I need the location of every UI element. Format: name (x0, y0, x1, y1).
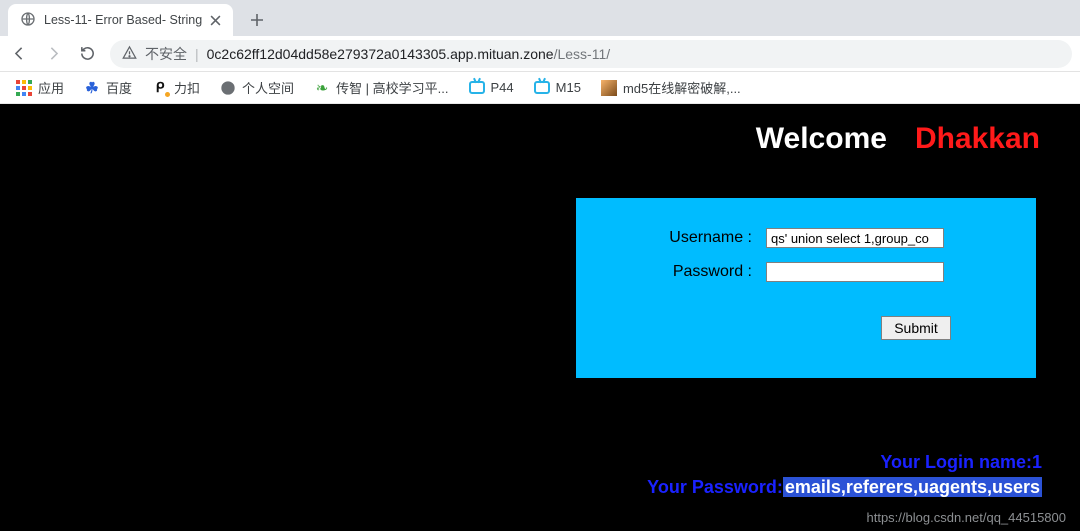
password-input[interactable] (766, 262, 944, 282)
globe-icon (220, 80, 236, 96)
globe-icon (20, 11, 36, 30)
bookmark-label: P44 (491, 80, 514, 95)
bookmark-chuanzhi[interactable]: ❧ 传智 | 高校学习平... (306, 75, 456, 100)
back-button[interactable] (8, 43, 30, 65)
submit-button[interactable]: Submit (881, 316, 951, 340)
bookmark-m15[interactable]: M15 (526, 77, 589, 99)
bookmark-p44[interactable]: P44 (461, 77, 522, 99)
bookmark-md5[interactable]: md5在线解密破解,... (593, 75, 749, 100)
username-label: Username : (576, 229, 766, 247)
bookmark-label: 百度 (106, 78, 132, 97)
paw-icon: ☘ (84, 80, 100, 96)
address-bar: 不安全 | 0c2c62ff12d04dd58e279372a0143305.a… (0, 36, 1080, 72)
insecure-label: 不安全 (145, 44, 187, 64)
separator: | (195, 46, 199, 62)
url-text: 0c2c62ff12d04dd58e279372a0143305.app.mit… (207, 46, 611, 62)
bookmark-baidu[interactable]: ☘ 百度 (76, 75, 140, 100)
bookmark-label: 应用 (38, 78, 64, 97)
browser-tab[interactable]: Less-11- Error Based- String (8, 4, 233, 36)
bili-icon (469, 80, 485, 96)
bookmark-label: md5在线解密破解,... (623, 78, 741, 97)
tab-title: Less-11- Error Based- String (44, 13, 202, 27)
tab-strip: Less-11- Error Based- String (0, 0, 1080, 36)
result-login-prefix: Your Login name: (880, 452, 1032, 472)
forward-button[interactable] (42, 43, 64, 65)
close-icon[interactable] (210, 15, 221, 26)
login-result: Your Login name:1 Your Password:emails,r… (647, 450, 1042, 499)
result-login-value: 1 (1032, 452, 1042, 472)
page-content: Welcome Dhakkan Username : Password : Su… (0, 104, 1080, 531)
username-input[interactable] (766, 228, 944, 248)
result-password-value: emails,referers,uagents,users (783, 477, 1042, 497)
apps-icon (16, 80, 32, 96)
reload-button[interactable] (76, 43, 98, 65)
url-host: 0c2c62ff12d04dd58e279372a0143305.app.mit… (207, 46, 554, 62)
bookmark-apps[interactable]: 应用 (8, 75, 72, 100)
bookmark-likou[interactable]: ᑭ 力扣 (144, 75, 208, 100)
bili-icon (534, 80, 550, 96)
welcome-text: Welcome (756, 122, 887, 156)
login-panel: Username : Password : Submit (576, 198, 1036, 378)
page-title: Welcome Dhakkan (756, 122, 1040, 156)
leaf-icon: ❧ (314, 80, 330, 96)
bookmark-label: 传智 | 高校学习平... (336, 78, 448, 97)
result-line-1: Your Login name:1 (647, 450, 1042, 474)
likou-icon: ᑭ (152, 80, 168, 96)
url-path: /Less-11/ (554, 46, 611, 62)
bookmark-label: M15 (556, 80, 581, 95)
bookmarks-bar: 应用 ☘ 百度 ᑭ 力扣 个人空间 ❧ 传智 | 高校学习平... P44 M1… (0, 72, 1080, 104)
bookmark-label: 力扣 (174, 78, 200, 97)
insecure-icon (122, 45, 137, 63)
new-tab-button[interactable] (243, 6, 271, 34)
result-line-2: Your Password:emails,referers,uagents,us… (647, 475, 1042, 499)
brand-text: Dhakkan (915, 122, 1040, 156)
omnibox[interactable]: 不安全 | 0c2c62ff12d04dd58e279372a0143305.a… (110, 40, 1072, 68)
password-label: Password : (576, 263, 766, 281)
bookmark-label: 个人空间 (242, 78, 294, 97)
md5-icon (601, 80, 617, 96)
result-password-prefix: Your Password: (647, 477, 783, 497)
watermark: https://blog.csdn.net/qq_44515800 (867, 510, 1067, 525)
bookmark-space[interactable]: 个人空间 (212, 75, 302, 100)
